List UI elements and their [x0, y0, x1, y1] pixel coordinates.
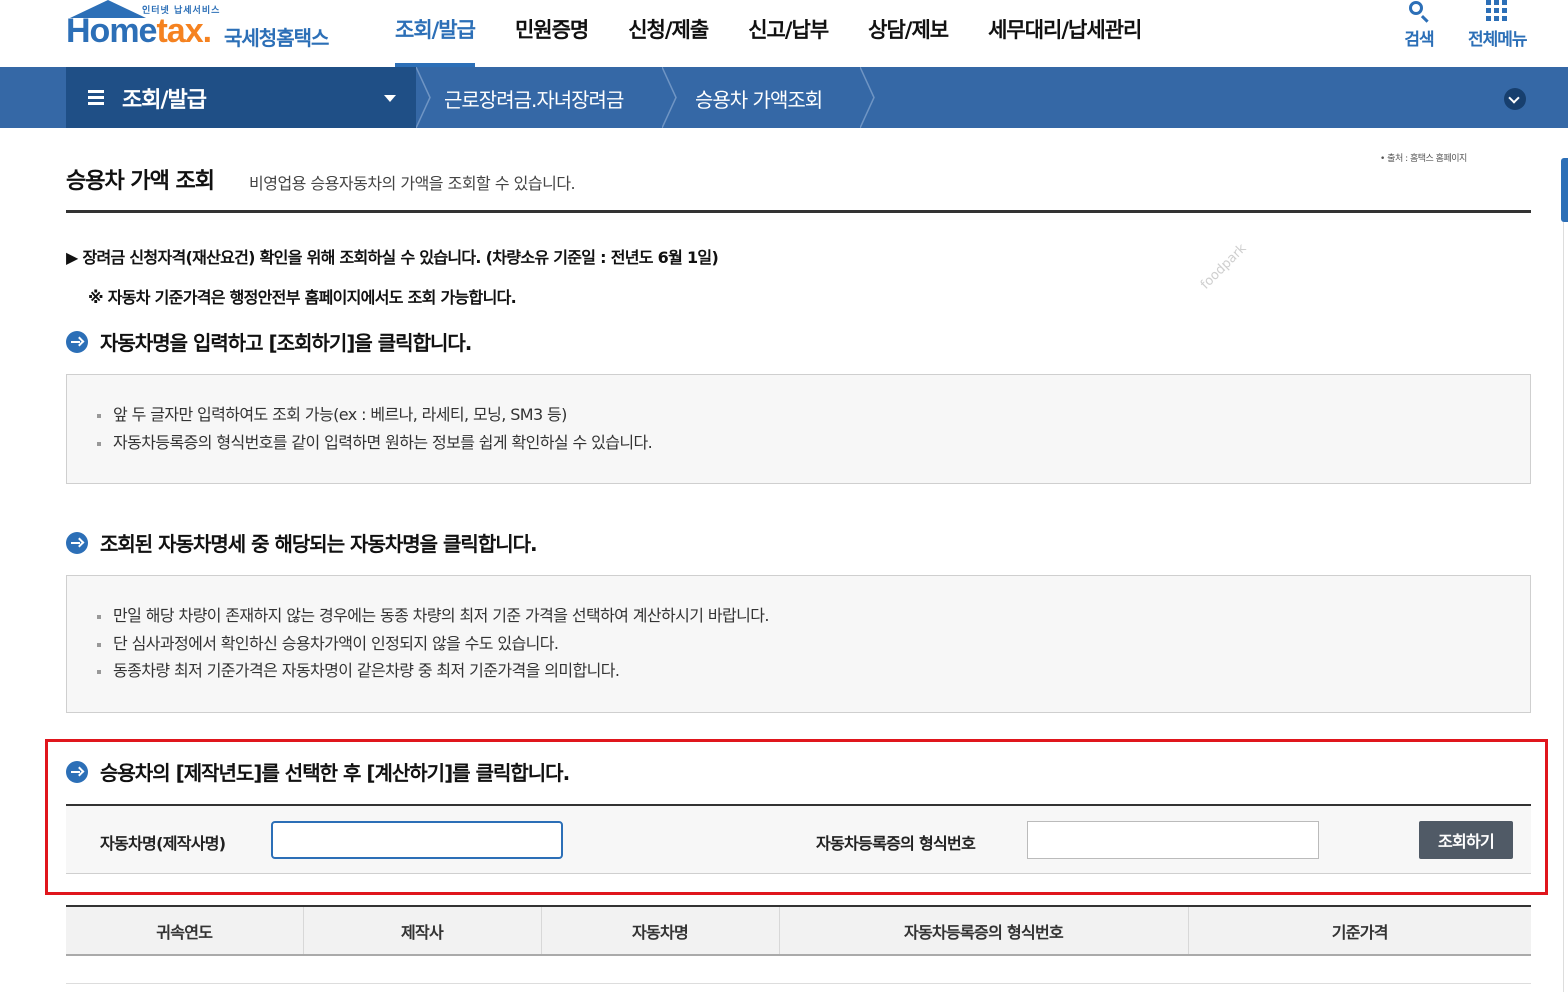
- nav-civil-certificates[interactable]: 민원증명: [515, 0, 589, 67]
- arrow-circle-icon: [66, 531, 88, 554]
- step-3-text: 승용차의 [제작년도]를 선택한 후 [계산하기]를 클릭합니다.: [100, 761, 570, 785]
- title-divider: [66, 210, 1531, 213]
- main-nav: 조회/발급 민원증명 신청/제출 신고/납부 상담/제보 세무대리/납세관리: [395, 0, 1181, 67]
- arrow-circle-icon: [66, 330, 88, 353]
- list-item: 자동차등록증의 형식번호를 같이 입력하면 원하는 정보를 쉽게 확인하실 수 …: [97, 429, 1530, 457]
- list-item: 동종차량 최저 기준가격은 자동차명이 같은차량 중 최저 기준가격을 의미합니…: [97, 657, 1530, 685]
- scrollbar-thumb[interactable]: [1561, 158, 1568, 222]
- notice-reference: ※ 자동차 기준가격은 행정안전부 홈페이지에서도 조회 가능합니다.: [88, 288, 517, 307]
- car-name-input[interactable]: [271, 821, 563, 859]
- search-label: 검색: [1404, 30, 1434, 50]
- nav-tax-agent[interactable]: 세무대리/납세관리: [988, 0, 1142, 67]
- page-description: 비영업용 승용자동차의 가액을 조회할 수 있습니다.: [249, 174, 576, 193]
- table-bottom-divider: [66, 983, 1531, 984]
- step-2-heading: 조회된 자동차명세 중 해당되는 자동차명을 클릭합니다.: [66, 528, 538, 557]
- hamburger-icon: [88, 90, 104, 105]
- nav-application-submission[interactable]: 신청/제출: [628, 0, 709, 67]
- column-header-car-name: 자동차명: [541, 906, 780, 955]
- step-2-info-box: 만일 해당 차량이 존재하지 않는 경우에는 동종 차량의 최저 기준 가격을 …: [66, 575, 1531, 713]
- scrollbar-track: [1563, 222, 1564, 992]
- search-submit-button[interactable]: 조회하기: [1419, 821, 1513, 859]
- list-item: 만일 해당 차량이 존재하지 않는 경우에는 동종 차량의 최저 기준 가격을 …: [97, 602, 1530, 630]
- caret-down-icon: [384, 95, 396, 102]
- step-3-heading: 승용차의 [제작년도]를 선택한 후 [계산하기]를 클릭합니다.: [66, 757, 570, 786]
- column-header-manufacturer: 제작사: [303, 906, 542, 955]
- all-menu-button[interactable]: 전체메뉴: [1468, 0, 1528, 50]
- top-header: 인터넷 납세서비스 Hometax. 국세청홈택스 조회/발급 민원증명 신청/…: [0, 0, 1568, 67]
- breadcrumb-separator-icon: [860, 67, 876, 128]
- source-note: • 출처 : 홈택스 홈페이지: [1380, 154, 1467, 164]
- list-item: 앞 두 글자만 입력하여도 조회 가능(ex : 베르나, 라세티, 모닝, S…: [97, 401, 1530, 429]
- column-header-type-number: 자동차등록증의 형식번호: [779, 906, 1189, 955]
- hometax-logo[interactable]: 인터넷 납세서비스 Hometax. 국세청홈택스: [66, 0, 356, 62]
- page-title: 승용차 가액 조회: [66, 169, 215, 194]
- result-table: 귀속연도 제작사 자동차명 자동차등록증의 형식번호 기준가격: [66, 905, 1531, 956]
- location-home-dropdown[interactable]: 조회/발급: [66, 67, 416, 128]
- list-item: 단 심사과정에서 확인하신 승용차가액이 인정되지 않을 수도 있습니다.: [97, 630, 1530, 658]
- breadcrumb-item-incentive[interactable]: 근로장려금.자녀장려금: [444, 84, 624, 113]
- column-header-year: 귀속연도: [66, 906, 304, 955]
- car-search-form: 자동차명(제작사명) 자동차등록증의 형식번호 조회하기: [66, 804, 1531, 874]
- step-2-text: 조회된 자동차명세 중 해당되는 자동차명을 클릭합니다.: [100, 532, 538, 556]
- logo-brand: Hometax.: [66, 12, 212, 51]
- breadcrumb-separator-icon: [662, 67, 678, 128]
- nav-inquiry-issuance[interactable]: 조회/발급: [395, 0, 476, 67]
- location-home-label: 조회/발급: [122, 88, 207, 113]
- grid-menu-icon: [1482, 0, 1512, 24]
- type-number-label: 자동차등록증의 형식번호: [816, 834, 976, 853]
- location-bar: 조회/발급 근로장려금.자녀장려금 승용차 가액조회: [0, 67, 1568, 128]
- breadcrumb-item-car-value[interactable]: 승용차 가액조회: [695, 84, 823, 113]
- step-1-text: 자동차명을 입력하고 [조회하기]을 클릭합니다.: [100, 331, 472, 355]
- nav-filing-payment[interactable]: 신고/납부: [748, 0, 829, 67]
- breadcrumb-separator-icon: [416, 67, 432, 128]
- notice-eligibility: ▶ 장려금 신청자격(재산요건) 확인을 위해 조회하실 수 있습니다. (차량…: [66, 248, 719, 267]
- chevron-down-icon[interactable]: [1504, 88, 1526, 110]
- step-1-info-box: 앞 두 글자만 입력하여도 조회 가능(ex : 베르나, 라세티, 모닝, S…: [66, 374, 1531, 484]
- column-header-base-price: 기준가격: [1188, 906, 1531, 955]
- all-menu-label: 전체메뉴: [1468, 30, 1528, 50]
- step-1-heading: 자동차명을 입력하고 [조회하기]을 클릭합니다.: [66, 327, 472, 356]
- table-header-row: 귀속연도 제작사 자동차명 자동차등록증의 형식번호 기준가격: [66, 906, 1531, 955]
- logo-brand-korean: 국세청홈택스: [224, 26, 329, 50]
- logo-brand-home: Home: [66, 12, 157, 50]
- type-number-input[interactable]: [1027, 821, 1319, 859]
- nav-consult-report[interactable]: 상담/제보: [868, 0, 949, 67]
- logo-brand-tax: tax.: [156, 12, 212, 50]
- car-name-label: 자동차명(제작사명): [100, 834, 226, 853]
- watermark: foodpark: [1198, 241, 1250, 293]
- arrow-circle-icon: [66, 760, 88, 783]
- search-icon: [1404, 0, 1434, 24]
- search-button[interactable]: 검색: [1404, 0, 1435, 50]
